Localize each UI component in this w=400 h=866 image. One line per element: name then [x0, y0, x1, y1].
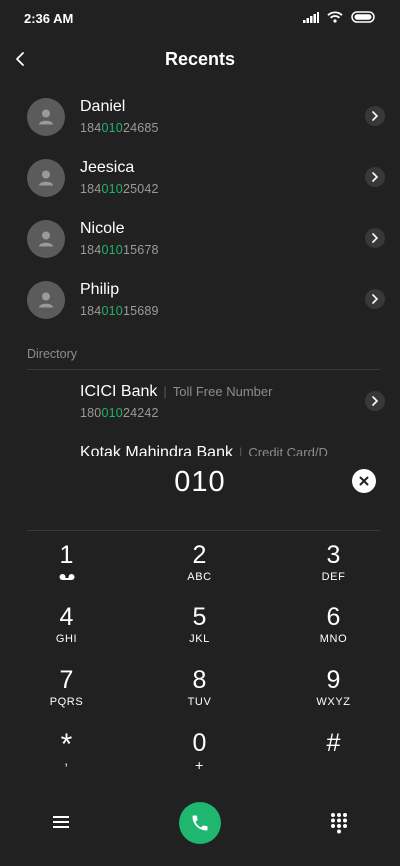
section-label-directory: Directory [27, 347, 78, 361]
status-time: 2:36 AM [24, 11, 74, 26]
dialed-number[interactable]: 010 [0, 466, 400, 499]
close-icon [359, 476, 369, 486]
chevron-right-icon [372, 294, 379, 304]
key-0[interactable]: 0 + [133, 729, 266, 791]
key-star[interactable]: * , [0, 729, 133, 791]
directory-tag: | Toll Free Number [163, 384, 273, 399]
contact-number: 18401015678 [80, 243, 159, 257]
contact-details-button[interactable] [365, 106, 385, 126]
recent-contact-row[interactable]: Daniel 18401024685 [0, 90, 400, 150]
phone-icon [192, 815, 208, 831]
avatar [27, 281, 65, 319]
dialpad-toggle-button[interactable] [329, 812, 349, 834]
signal-icon [303, 11, 319, 23]
person-icon [39, 170, 53, 186]
directory-number: 18001024242 [80, 406, 159, 420]
person-icon [39, 292, 53, 308]
divider [27, 530, 380, 531]
directory-name: ICICI Bank | Toll Free Number [80, 383, 273, 400]
key-6[interactable]: 6 MNO [267, 603, 400, 665]
avatar [27, 159, 65, 197]
contact-number: 18401025042 [80, 182, 159, 196]
header: Recents [0, 36, 400, 82]
contact-number: 18401024685 [80, 121, 159, 135]
key-3[interactable]: 3 DEF [267, 541, 400, 603]
number-match: 010 [101, 243, 123, 257]
number-match: 010 [101, 121, 123, 135]
directory-details-button[interactable] [365, 391, 385, 411]
key-4[interactable]: 4 GHI [0, 603, 133, 665]
contact-details-button[interactable] [365, 289, 385, 309]
status-bar: 2:36 AM [0, 0, 400, 36]
menu-button[interactable] [50, 811, 72, 833]
directory-row[interactable]: ICICI Bank | Toll Free Number 18001024242 [0, 375, 400, 435]
key-5[interactable]: 5 JKL [133, 603, 266, 665]
person-icon [39, 109, 53, 125]
contact-name: Jeesica [80, 159, 135, 176]
battery-icon [351, 11, 375, 23]
clear-button[interactable] [352, 469, 376, 493]
dialpad-icon [331, 813, 347, 834]
page-title: Recents [164, 49, 236, 69]
key-1[interactable]: 1 [0, 541, 133, 603]
key-8[interactable]: 8 TUV [133, 666, 266, 728]
number-match: 010 [101, 304, 123, 318]
person-icon [39, 231, 53, 247]
number-match: 010 [101, 182, 123, 196]
divider [27, 369, 380, 370]
bottom-action-bar [0, 800, 400, 846]
contact-name: Philip [80, 281, 120, 298]
call-button[interactable] [179, 802, 221, 844]
contact-name: Nicole [80, 220, 125, 237]
menu-icon [53, 816, 69, 828]
contact-details-button[interactable] [365, 228, 385, 248]
contact-name: Daniel [80, 98, 126, 115]
contact-number: 18401015689 [80, 304, 159, 318]
key-9[interactable]: 9 WXYZ [267, 666, 400, 728]
voicemail-icon [59, 574, 75, 580]
key-2[interactable]: 2 ABC [133, 541, 266, 603]
recent-contact-row[interactable]: Nicole 18401015678 [0, 212, 400, 272]
status-icons [303, 11, 376, 23]
contact-details-button[interactable] [365, 167, 385, 187]
chevron-right-icon [372, 396, 379, 406]
recent-contact-row[interactable]: Jeesica 18401025042 [0, 151, 400, 211]
chevron-right-icon [372, 111, 379, 121]
key-hash[interactable]: # [267, 729, 400, 791]
wifi-icon [327, 11, 343, 23]
number-match: 010 [101, 406, 123, 420]
avatar [27, 98, 65, 136]
avatar [27, 220, 65, 258]
chevron-right-icon [372, 172, 379, 182]
key-7[interactable]: 7 PQRS [0, 666, 133, 728]
recent-contact-row[interactable]: Philip 18401015689 [0, 273, 400, 333]
chevron-right-icon [372, 233, 379, 243]
